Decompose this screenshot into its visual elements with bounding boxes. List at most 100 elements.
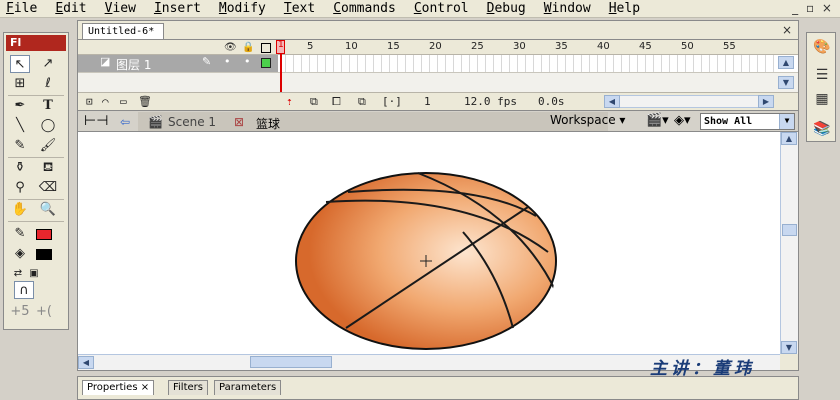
center-frame-icon[interactable]: ⇡ (286, 95, 293, 108)
layer-label-area[interactable]: ◪ 图层 1 ✎ • • (78, 55, 278, 72)
frame-number: 35 (555, 41, 568, 52)
smooth-option-icon[interactable]: +5 (10, 303, 30, 321)
outline-icon[interactable] (261, 43, 271, 53)
stroke-color-icon[interactable]: ✎ (10, 225, 30, 243)
scroll-left-icon[interactable]: ◀ (604, 95, 620, 108)
snap-to-objects-icon[interactable]: ∩ (14, 281, 34, 299)
scene-breadcrumb[interactable]: Scene 1 (168, 115, 216, 129)
info-panel-icon[interactable]: ▦ (811, 89, 833, 109)
document-tab[interactable]: Untitled-6* (82, 23, 164, 39)
layer-outline-color[interactable] (261, 58, 271, 68)
zoom-select[interactable]: Show All ▼ (700, 113, 795, 130)
vscroll-thumb[interactable] (782, 224, 797, 236)
frame-rate[interactable]: 12.0 fps (464, 95, 517, 108)
fill-color-icon[interactable]: ◈ (10, 245, 30, 263)
eraser-tool-icon[interactable]: ⌫ (38, 179, 58, 197)
menu-file[interactable]: File (4, 1, 39, 16)
hscroll-thumb[interactable] (250, 356, 332, 368)
menu-commands[interactable]: Commands (331, 1, 398, 16)
menu-edit[interactable]: Edit (53, 1, 88, 16)
timeline-hscroll[interactable]: ◀ ▶ (604, 95, 774, 108)
edit-symbols-icon[interactable]: ◈▾ (674, 113, 691, 128)
paint-bucket-tool-icon[interactable]: ⛾ (38, 159, 58, 177)
basketball-graphic[interactable] (78, 132, 780, 354)
brush-tool-icon[interactable]: 🖌 (38, 137, 58, 155)
insert-folder-icon[interactable]: ▭ (120, 95, 127, 108)
menu-help[interactable]: Help (607, 1, 642, 16)
onion-outline-icon[interactable]: ⧠ (332, 95, 341, 109)
stage-vscroll[interactable]: ▲ ▼ (780, 132, 798, 354)
properties-panel: Properties × Filters Parameters (77, 376, 799, 400)
scroll-up-icon[interactable]: ▲ (781, 132, 797, 145)
ink-bottle-tool-icon[interactable]: ⚱ (10, 159, 30, 177)
color-mixer-icon[interactable]: 🎨 (811, 37, 833, 57)
hand-tool-icon[interactable]: ✋ (10, 201, 30, 219)
back-arrow-icon[interactable]: ⇦ (120, 115, 130, 129)
tool-divider (8, 95, 64, 96)
symbol-breadcrumb[interactable]: 篮球 (256, 115, 280, 132)
menu-debug[interactable]: Debug (485, 1, 528, 16)
library-panel-icon[interactable]: 📚 (811, 119, 833, 139)
lock-icon[interactable]: 🔒 (242, 42, 254, 53)
unlocked-dot-icon[interactable]: • (244, 55, 251, 68)
layer-name[interactable]: 图层 1 (116, 56, 151, 73)
tab-properties[interactable]: Properties × (82, 380, 155, 395)
subselection-tool-icon[interactable]: ↗ (38, 55, 58, 73)
scroll-right-icon[interactable]: ▶ (758, 95, 774, 108)
text-tool-icon[interactable]: T (38, 97, 58, 115)
onion-skin-icon[interactable]: ⧉ (310, 95, 318, 109)
stage[interactable] (78, 132, 780, 354)
edit-multiple-frames-icon[interactable]: ⧉ (358, 95, 366, 109)
current-frame: 1 (424, 95, 431, 108)
menu-window[interactable]: Window (542, 1, 593, 16)
line-tool-icon[interactable]: ╲ (10, 117, 30, 135)
frame-number: 20 (429, 41, 442, 52)
free-transform-tool-icon[interactable]: ⊞ (10, 75, 30, 93)
flash-logo: Fl (6, 35, 66, 51)
pen-tool-icon[interactable]: ✒ (10, 97, 30, 115)
frame-number: 40 (597, 41, 610, 52)
menu-control[interactable]: Control (412, 1, 471, 16)
workspace-menu[interactable]: Workspace ▾ (550, 113, 625, 127)
pencil-tool-icon[interactable]: ✎ (10, 137, 30, 155)
presenter-watermark: 主讲：董玮 (650, 359, 755, 379)
eye-icon[interactable]: 👁 (224, 42, 237, 53)
workspace-label: Workspace (550, 113, 616, 127)
layer-row[interactable]: ◪ 图层 1 ✎ • • ▲ (78, 55, 798, 73)
chevron-down-icon[interactable]: ▼ (779, 114, 794, 129)
scroll-up-icon[interactable]: ▲ (778, 56, 794, 69)
insert-layer-icon[interactable]: ⊡ (86, 95, 93, 108)
menu-view[interactable]: View (103, 1, 138, 16)
tab-parameters[interactable]: Parameters (214, 380, 282, 395)
eyedropper-tool-icon[interactable]: ⚲ (10, 179, 30, 197)
menu-modify[interactable]: Modify (217, 1, 268, 16)
modify-markers-icon[interactable]: [·] (382, 95, 402, 108)
pencil-edit-icon: ✎ (202, 55, 212, 68)
frames-grid[interactable] (278, 55, 776, 72)
oval-tool-icon[interactable]: ◯ (38, 117, 58, 135)
stroke-color-swatch[interactable] (36, 229, 52, 240)
fill-color-swatch[interactable] (36, 249, 52, 260)
window-controls[interactable]: _ ▫ × (792, 1, 834, 15)
delete-layer-icon[interactable]: 🗑 (138, 95, 152, 108)
straighten-option-icon[interactable]: +( (34, 303, 54, 321)
tool-divider (8, 157, 64, 158)
visible-dot-icon[interactable]: • (224, 55, 231, 68)
scroll-down-icon[interactable]: ▼ (781, 341, 797, 354)
scroll-down-icon[interactable]: ▼ (778, 76, 794, 89)
tab-filters[interactable]: Filters (168, 380, 208, 395)
selection-tool-icon[interactable]: ↖ (10, 55, 30, 73)
layer-icon: ◪ (100, 55, 111, 68)
edit-bar: ⊢⊣ ⇦ 🎬 Scene 1 ⊠ 篮球 Workspace ▾ 🎬▾ ◈▾ Sh… (78, 110, 798, 132)
scroll-left-icon[interactable]: ◀ (78, 356, 94, 369)
timeline-toggle-icon[interactable]: ⊢⊣ (84, 113, 108, 129)
close-document-icon[interactable]: × (782, 23, 792, 37)
menu-text[interactable]: Text (282, 1, 317, 16)
motion-guide-icon[interactable]: ⌒ (102, 95, 109, 108)
edit-scene-icon[interactable]: 🎬▾ (646, 113, 669, 128)
zoom-tool-icon[interactable]: 🔍 (38, 201, 58, 219)
menu-insert[interactable]: Insert (152, 1, 203, 16)
lasso-tool-icon[interactable]: ℓ (38, 75, 58, 93)
timeline-header: 👁 🔒 5 10 15 20 25 30 35 40 45 50 55 (78, 40, 798, 55)
align-panel-icon[interactable]: ☰ (811, 65, 833, 85)
